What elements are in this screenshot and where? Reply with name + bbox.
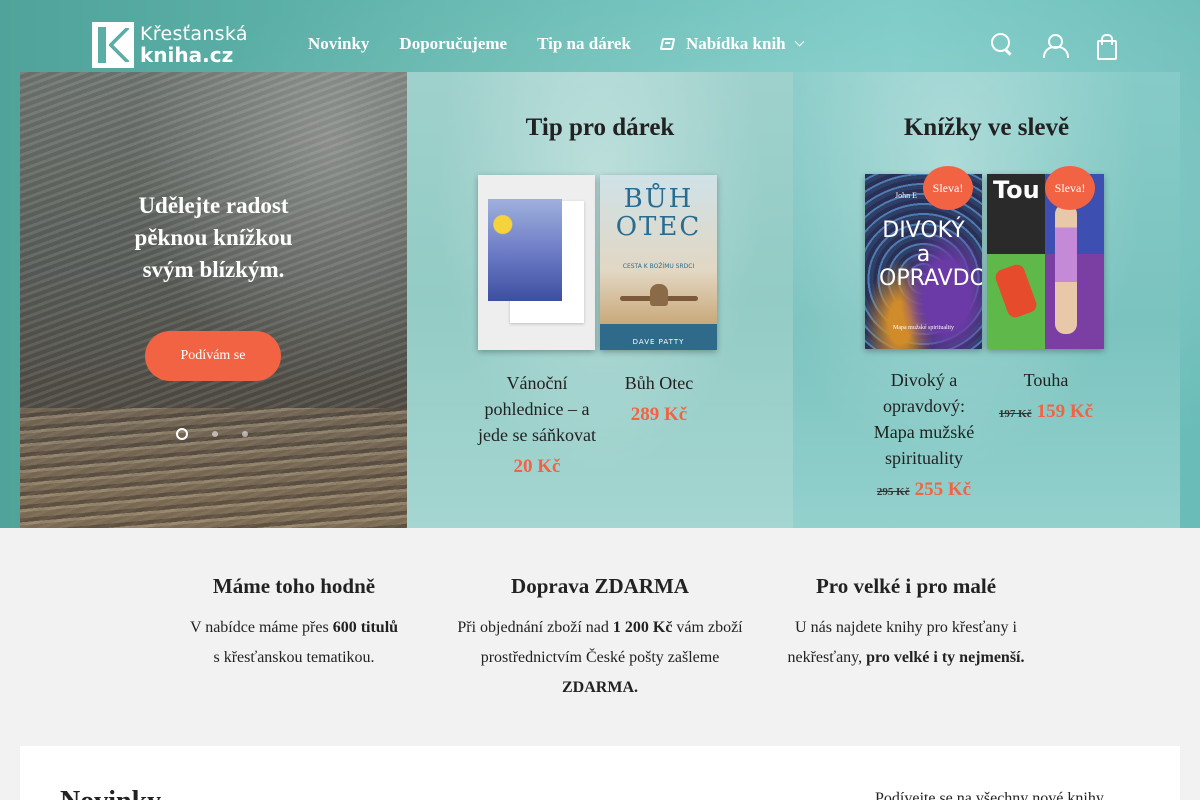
cover-title: Tou (993, 176, 1040, 204)
header-icons (990, 32, 1146, 60)
gift-tip-panel: Tip pro dárek Vánoční pohlednice – a jed… (407, 72, 793, 528)
site-logo[interactable]: Křesťanská kniha.cz (92, 22, 267, 68)
logo-line2: kniha.cz (140, 43, 234, 67)
sale-price: 255 Kč (914, 479, 972, 500)
main-nav: Novinky Doporučujeme Tip na dárek Nabídk… (308, 34, 833, 54)
nav-doporucujeme[interactable]: Doporučujeme (399, 34, 507, 54)
product-card[interactable]: BŮH OTEC CESTA K BOŽÍMU SRDCI DAVE PATTY… (600, 175, 718, 426)
chevron-down-icon (794, 36, 805, 47)
feature-title: Doprava ZDARMA (511, 574, 689, 598)
product-price: 295 Kč 255 Kč (865, 479, 983, 501)
all-news-link[interactable]: Podívejte se na všechny nové knihy (875, 790, 1104, 800)
news-title: Novinky (60, 786, 161, 800)
sale-panel: Knížky ve slevě Sleva! Sleva! John E DIV… (793, 72, 1180, 528)
book-icon (659, 38, 676, 50)
bag-icon[interactable] (1094, 32, 1118, 60)
slider-dot-3[interactable] (242, 431, 248, 437)
product-price: 289 Kč (630, 404, 688, 425)
nav-novinky[interactable]: Novinky (308, 34, 369, 54)
cover-title: BŮH OTEC (615, 184, 702, 242)
product-card[interactable]: Tou Touha 197 Kč 159 Kč (987, 174, 1105, 423)
cover-subtitle: CESTA K BOŽÍMU SRDCI (622, 263, 695, 270)
feature-block: Máme toho hodně V nabídce máme přes 600 … (174, 528, 414, 673)
feature-title: Máme toho hodně (212, 574, 376, 598)
cover-author: DAVE PATTY (632, 338, 685, 346)
cover-title: DIVOKÝ a OPRAVDOVÝ (879, 218, 982, 291)
gift-tip-title: Tip pro dárek (525, 114, 675, 141)
product-cover[interactable] (478, 175, 595, 350)
hero-title: Udělejte radost pěknou knížkou svým blíz… (134, 193, 293, 282)
product-cover[interactable]: BŮH OTEC CESTA K BOŽÍMU SRDCI DAVE PATTY (600, 175, 717, 350)
logo-line1: Křesťanská (140, 23, 248, 45)
old-price: 197 Kč (998, 408, 1032, 420)
cover-author: John E (895, 191, 917, 200)
sale-title: Knížky ve slevě (903, 114, 1070, 141)
feature-block: Doprava ZDARMA Při objednání zboží nad 1… (450, 528, 750, 703)
slider-dot-1[interactable] (176, 428, 188, 440)
sale-price: 159 Kč (1036, 401, 1094, 422)
product-name[interactable]: Divoký a opravdový: Mapa mužské spiritua… (865, 367, 983, 471)
product-card[interactable]: Vánoční pohlednice – a jede se sáňkovat … (478, 175, 596, 478)
news-section: Novinky Podívejte se na všechny nové kni… (20, 746, 1180, 800)
logo-icon (92, 22, 134, 68)
account-icon[interactable] (1042, 32, 1069, 58)
nav-nabidka-knih-label: Nabídka knih (685, 34, 786, 53)
hero-slider: Udělejte radost pěknou knížkou svým blíz… (20, 72, 407, 528)
product-name[interactable]: Vánoční pohlednice – a jede se sáňkovat (478, 370, 596, 448)
product-name[interactable]: Bůh Otec (600, 370, 718, 396)
doll-illustration (1055, 204, 1077, 334)
product-price: 20 Kč (513, 456, 561, 477)
search-icon[interactable] (990, 32, 1014, 58)
nav-nabidka-knih[interactable]: Nabídka knih (659, 34, 805, 54)
slider-dots (176, 428, 272, 440)
sale-badge: Sleva! (1045, 166, 1095, 210)
airplane-illustration (620, 280, 698, 316)
feature-block: Pro velké i pro malé U nás najdete knihy… (776, 528, 1036, 673)
nav-tip-na-darek[interactable]: Tip na dárek (537, 34, 631, 54)
product-name[interactable]: Touha (987, 367, 1105, 393)
sale-badge: Sleva! (923, 166, 973, 210)
slider-dot-2[interactable] (212, 431, 218, 437)
hero-cta-button[interactable]: Podívám se (145, 331, 281, 381)
product-card[interactable]: John E DIVOKÝ a OPRAVDOVÝ Mapa mužské sp… (865, 174, 983, 501)
product-price: 197 Kč 159 Kč (987, 401, 1105, 423)
cover-subtitle: Mapa mužské spirituality (893, 325, 954, 331)
old-price: 295 Kč (876, 486, 910, 498)
feature-title: Pro velké i pro malé (815, 574, 997, 598)
features-section: Máme toho hodně V nabídce máme přes 600 … (0, 528, 1200, 738)
